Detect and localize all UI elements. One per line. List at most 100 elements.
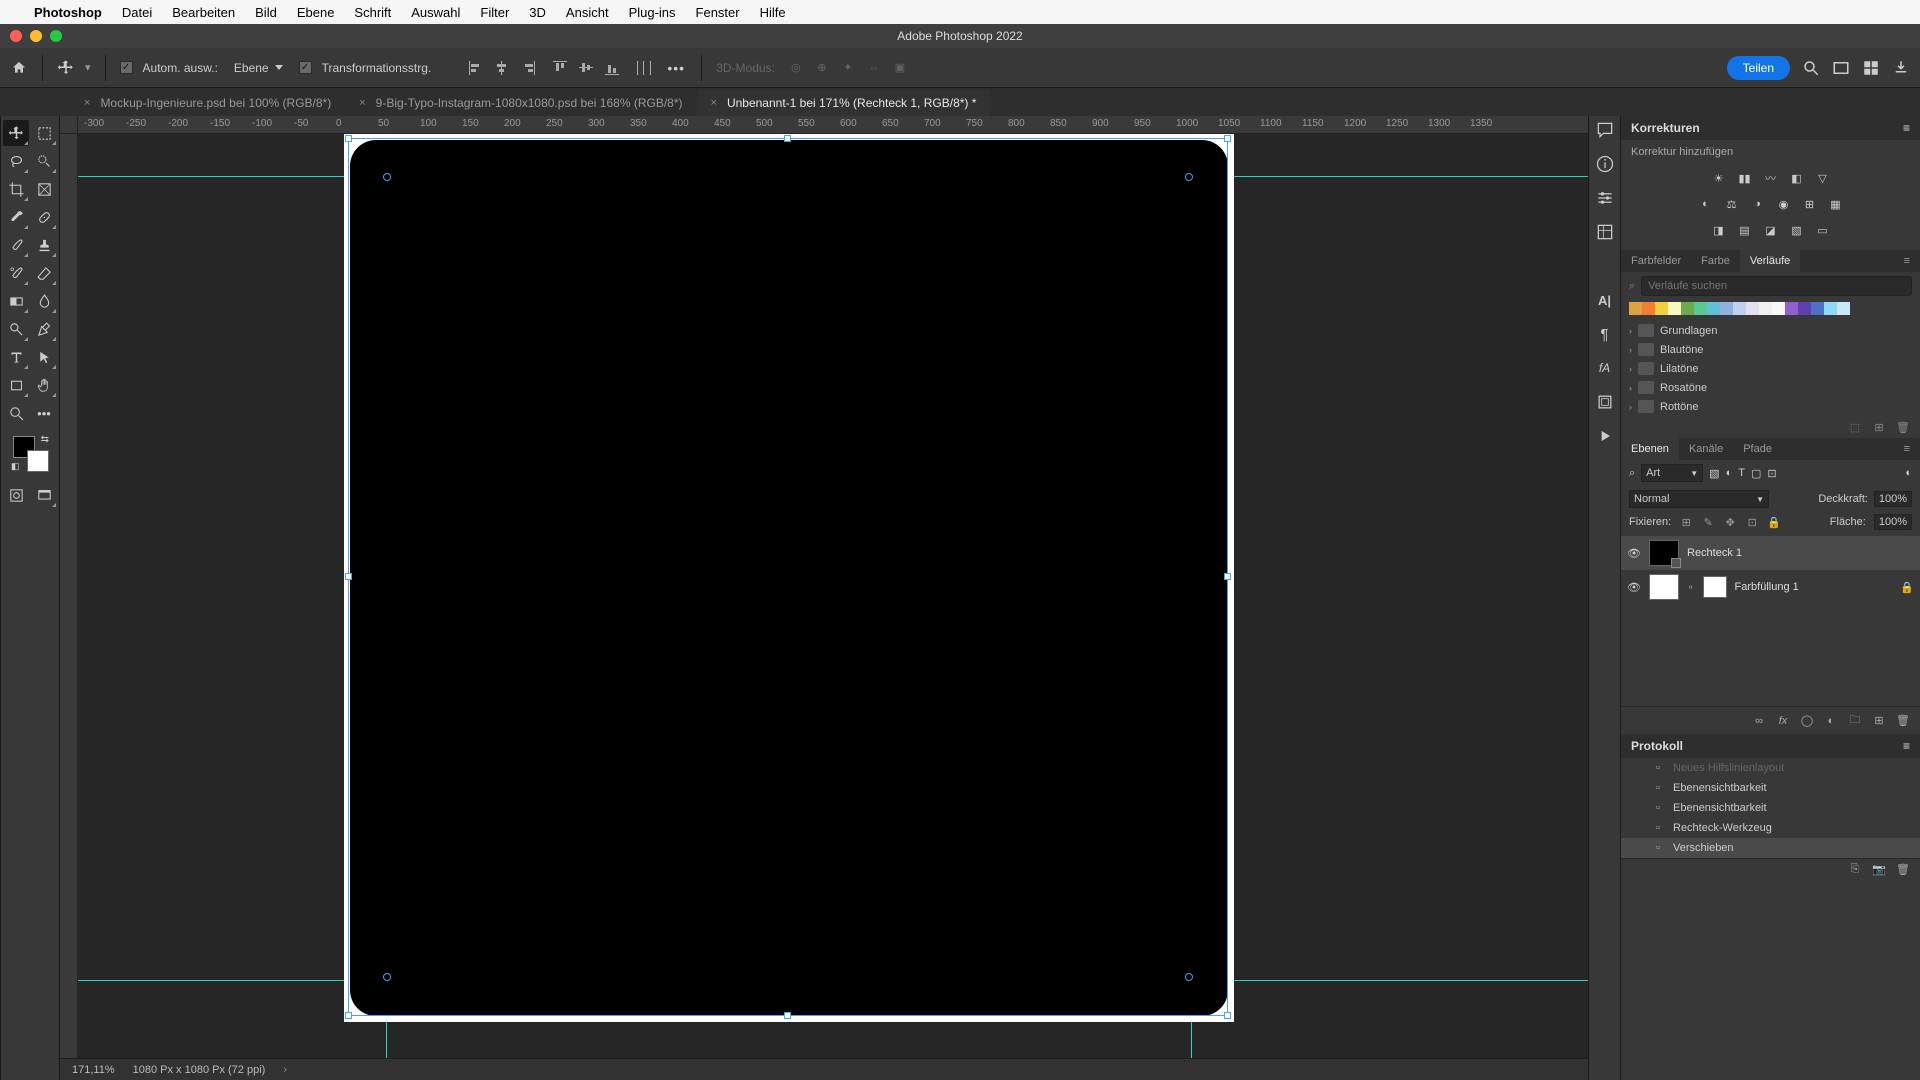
gradient-swatch[interactable] xyxy=(1733,302,1746,315)
gradient-swatch[interactable] xyxy=(1746,302,1759,315)
visibility-toggle-icon[interactable]: 👁 xyxy=(1627,547,1641,560)
export-icon[interactable]: ⬚ xyxy=(1848,420,1862,434)
gradients-search-input[interactable] xyxy=(1641,276,1912,296)
eraser-tool[interactable] xyxy=(31,260,57,286)
app-menu[interactable]: Photoshop xyxy=(34,5,102,20)
lock-all-icon[interactable]: 🔒 xyxy=(1767,515,1781,529)
minimize-button[interactable] xyxy=(30,30,42,42)
close-tab-icon[interactable]: × xyxy=(84,97,90,109)
path-select-tool[interactable] xyxy=(31,344,57,370)
color-swatches[interactable]: ⇆ ◧ xyxy=(11,434,49,472)
history-state[interactable]: ▫Rechteck-Werkzeug xyxy=(1621,818,1920,838)
type-tool[interactable] xyxy=(3,344,29,370)
pen-tool[interactable] xyxy=(31,316,57,342)
properties-panel-icon[interactable] xyxy=(1595,188,1615,208)
add-mask-icon[interactable]: ◯ xyxy=(1800,711,1814,730)
menu-hilfe[interactable]: Hilfe xyxy=(760,5,786,20)
rectangle-tool[interactable] xyxy=(3,372,29,398)
threshold-adjustment-icon[interactable]: ◪ xyxy=(1761,220,1781,240)
delete-preset-icon[interactable]: 🗑 xyxy=(1896,420,1910,434)
gradient-folder[interactable]: ›Blautöne xyxy=(1627,340,1914,359)
gradient-swatch[interactable] xyxy=(1694,302,1707,315)
gradient-swatch[interactable] xyxy=(1824,302,1837,315)
layer-name[interactable]: Farbfüllung 1 xyxy=(1735,581,1893,593)
visibility-toggle-icon[interactable]: 👁 xyxy=(1627,581,1641,594)
gradient-swatch[interactable] xyxy=(1811,302,1824,315)
canvas[interactable] xyxy=(78,134,1588,1058)
libraries-panel-icon[interactable] xyxy=(1595,392,1615,412)
healing-tool[interactable] xyxy=(31,204,57,230)
auto-select-target-dropdown[interactable]: Ebene xyxy=(228,61,289,75)
delete-layer-icon[interactable]: 🗑 xyxy=(1896,711,1910,730)
layer-row[interactable]: 👁 Rechteck 1 xyxy=(1621,536,1920,570)
hue-adjustment-icon[interactable]: ◐ xyxy=(1696,194,1716,214)
filter-kind-dropdown[interactable]: Art▼ xyxy=(1641,464,1703,482)
tab-kanaele[interactable]: Kanäle xyxy=(1679,438,1733,460)
quick-mask-icon[interactable] xyxy=(3,482,29,508)
menu-schrift[interactable]: Schrift xyxy=(354,5,391,20)
ruler-origin[interactable] xyxy=(60,116,78,134)
levels-adjustment-icon[interactable]: ▮▮ xyxy=(1735,168,1755,188)
panel-menu-icon[interactable]: ≡ xyxy=(1894,250,1920,272)
panel-menu-icon[interactable]: ≡ xyxy=(1903,121,1910,135)
glyphs-panel-icon[interactable]: fA xyxy=(1595,358,1615,378)
transform-handle-sw[interactable] xyxy=(345,1012,352,1019)
gradient-swatch[interactable] xyxy=(1759,302,1772,315)
screen-mode-icon[interactable] xyxy=(1832,59,1850,77)
home-icon[interactable] xyxy=(10,60,28,76)
more-align-icon[interactable]: ••• xyxy=(665,57,687,79)
gradient-tool[interactable] xyxy=(3,288,29,314)
channelmix-adjustment-icon[interactable]: ⊞ xyxy=(1800,194,1820,214)
move-tool[interactable] xyxy=(3,120,29,146)
gradient-swatch[interactable] xyxy=(1629,302,1642,315)
rectangle-shape[interactable] xyxy=(350,140,1228,1016)
delete-state-icon[interactable]: 🗑 xyxy=(1896,863,1910,876)
filter-smart-icon[interactable]: ⊡ xyxy=(1767,467,1776,480)
menu-bild[interactable]: Bild xyxy=(255,5,277,20)
move-tool-icon[interactable] xyxy=(57,59,75,77)
snapshot-icon[interactable]: 📷 xyxy=(1872,863,1886,876)
posterize-adjustment-icon[interactable]: ▤ xyxy=(1735,220,1755,240)
brush-tool[interactable] xyxy=(3,232,29,258)
exposure-adjustment-icon[interactable]: ◧ xyxy=(1787,168,1807,188)
menu-ansicht[interactable]: Ansicht xyxy=(566,5,609,20)
close-button[interactable] xyxy=(10,30,22,42)
fx-icon[interactable]: fx xyxy=(1776,711,1790,730)
menu-ebene[interactable]: Ebene xyxy=(297,5,335,20)
gradient-swatch[interactable] xyxy=(1785,302,1798,315)
menu-bearbeiten[interactable]: Bearbeiten xyxy=(172,5,235,20)
history-state[interactable]: ▫Neues Hilfslinienlayout xyxy=(1621,758,1920,778)
maximize-button[interactable] xyxy=(50,30,62,42)
gradient-swatch[interactable] xyxy=(1655,302,1668,315)
frame-tool[interactable] xyxy=(31,176,57,202)
gradient-folder[interactable]: ›Grundlagen xyxy=(1627,321,1914,340)
edit-toolbar-icon[interactable]: ••• xyxy=(31,400,57,426)
align-vcenter-icon[interactable] xyxy=(575,57,597,79)
gradient-swatch[interactable] xyxy=(1772,302,1785,315)
vertical-ruler[interactable] xyxy=(60,134,78,1058)
colorbalance-adjustment-icon[interactable]: ⚖ xyxy=(1722,194,1742,214)
history-state[interactable]: ▫Ebenensichtbarkeit xyxy=(1621,798,1920,818)
layer-thumbnail[interactable] xyxy=(1649,574,1679,600)
transform-handle-ne[interactable] xyxy=(1224,135,1231,142)
swap-colors-icon[interactable]: ⇆ xyxy=(41,434,49,445)
new-preset-icon[interactable]: ⊞ xyxy=(1872,420,1886,434)
blend-mode-dropdown[interactable]: Normal▼ xyxy=(1629,490,1769,508)
opacity-input[interactable]: 100% xyxy=(1874,491,1912,507)
curves-adjustment-icon[interactable]: 〰 xyxy=(1761,168,1781,188)
new-adjust-icon[interactable]: ◐ xyxy=(1824,711,1838,730)
lasso-tool[interactable] xyxy=(3,148,29,174)
colorlookup-adjustment-icon[interactable]: ▦ xyxy=(1826,194,1846,214)
document-tab[interactable]: ×Mockup-Ingenieure.psd bei 100% (RGB/8*) xyxy=(70,90,345,116)
new-group-icon[interactable]: 🗀 xyxy=(1848,711,1862,730)
search-icon[interactable] xyxy=(1802,59,1820,77)
layer-thumbnail[interactable] xyxy=(1649,540,1679,566)
lock-icon[interactable]: 🔒 xyxy=(1900,581,1914,594)
tab-ebenen[interactable]: Ebenen xyxy=(1621,438,1679,460)
selective-adjustment-icon[interactable]: ▧ xyxy=(1787,220,1807,240)
distribute-icon[interactable] xyxy=(633,57,655,79)
paragraph-panel-icon[interactable]: ¶ xyxy=(1595,324,1615,344)
filter-pixel-icon[interactable]: ▧ xyxy=(1709,467,1719,480)
info-panel-icon[interactable] xyxy=(1595,154,1615,174)
lock-transparency-icon[interactable]: ⊞ xyxy=(1679,515,1693,529)
